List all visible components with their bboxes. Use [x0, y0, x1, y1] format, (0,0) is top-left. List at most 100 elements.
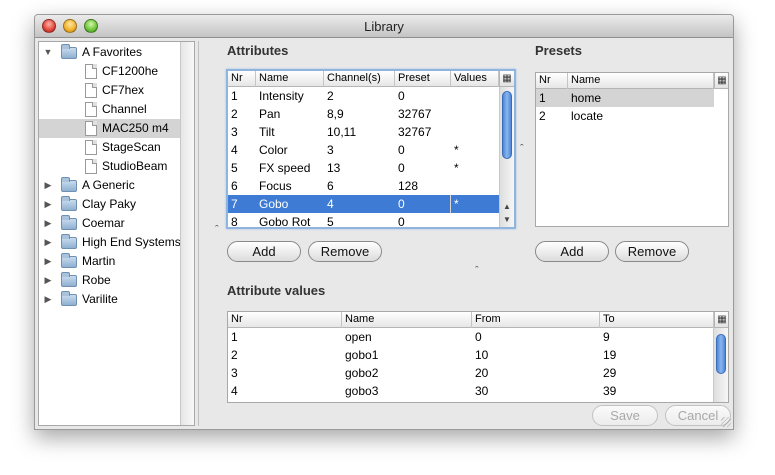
- table-cell[interactable]: 4: [324, 195, 395, 213]
- table-cell[interactable]: *: [451, 141, 499, 159]
- tree-scrollbar[interactable]: [180, 42, 194, 425]
- scroll-down-arrow-icon[interactable]: ▼: [500, 213, 514, 226]
- table-cell[interactable]: 2: [536, 107, 568, 125]
- tree-item[interactable]: CF1200he: [39, 62, 180, 81]
- tree-item[interactable]: CF7hex: [39, 81, 180, 100]
- table-cell[interactable]: 32767: [395, 123, 451, 141]
- collapse-caret-icon[interactable]: ˆ: [215, 224, 219, 236]
- table-cell[interactable]: 29: [600, 364, 714, 382]
- column-header-nr[interactable]: Nr: [228, 312, 342, 328]
- column-header-values[interactable]: Values: [451, 71, 499, 87]
- tree-item[interactable]: ▶ Martin: [39, 252, 180, 271]
- column-header-name[interactable]: Name: [568, 73, 714, 89]
- table-row[interactable]: 7 Gobo 4 0 *: [228, 195, 499, 213]
- table-cell[interactable]: 8: [228, 213, 256, 227]
- column-header-channels[interactable]: Channel(s): [324, 71, 395, 87]
- table-cell[interactable]: 30: [472, 382, 600, 400]
- table-cell[interactable]: 0: [395, 195, 451, 213]
- tree-item[interactable]: ▶ Clay Paky: [39, 195, 180, 214]
- table-row[interactable]: 1 home: [536, 89, 714, 107]
- scroll-up-arrow-icon[interactable]: ▲: [500, 200, 514, 213]
- column-header-nr[interactable]: Nr: [228, 71, 256, 87]
- table-cell[interactable]: 0: [395, 159, 451, 177]
- table-cell[interactable]: 0: [395, 141, 451, 159]
- table-cell[interactable]: 1: [228, 328, 342, 346]
- table-cell[interactable]: 3: [228, 123, 256, 141]
- table-cell[interactable]: 5: [324, 213, 395, 227]
- disclosure-collapsed-icon[interactable]: ▶: [43, 233, 53, 252]
- attributes-scrollbar[interactable]: ▲ ▼: [499, 87, 514, 227]
- table-cell[interactable]: Gobo: [256, 195, 324, 213]
- table-cell[interactable]: 8,9: [324, 105, 395, 123]
- table-row[interactable]: 4 gobo3 30 39: [228, 382, 714, 400]
- add-preset-button[interactable]: Add: [535, 241, 609, 262]
- column-header-to[interactable]: To: [600, 312, 714, 328]
- table-cell[interactable]: Tilt: [256, 123, 324, 141]
- table-cell[interactable]: FX speed: [256, 159, 324, 177]
- column-header-from[interactable]: From: [472, 312, 600, 328]
- table-cell[interactable]: 6: [228, 177, 256, 195]
- table-cell[interactable]: gobo2: [342, 364, 472, 382]
- column-header-nr[interactable]: Nr: [536, 73, 568, 89]
- table-cell[interactable]: 39: [600, 382, 714, 400]
- table-cell[interactable]: 19: [600, 346, 714, 364]
- save-button[interactable]: Save: [592, 405, 658, 426]
- disclosure-collapsed-icon[interactable]: ▶: [43, 290, 53, 309]
- table-cell[interactable]: locate: [568, 107, 714, 125]
- split-caret-icon[interactable]: ˆ: [520, 143, 524, 155]
- column-picker-icon[interactable]: ▦: [714, 73, 728, 89]
- table-cell[interactable]: *: [451, 195, 499, 213]
- tree-item[interactable]: ▼ A Favorites: [39, 43, 180, 62]
- attribute-values-scroll-thumb[interactable]: [716, 334, 726, 374]
- table-cell[interactable]: 6: [324, 177, 395, 195]
- table-cell[interactable]: 0: [395, 87, 451, 105]
- table-cell[interactable]: 2: [324, 87, 395, 105]
- window-resize-grip[interactable]: [721, 417, 731, 427]
- tree-item[interactable]: StageScan: [39, 138, 180, 157]
- table-row[interactable]: 1 Intensity 2 0: [228, 87, 499, 105]
- table-cell[interactable]: 3: [324, 141, 395, 159]
- tree-item[interactable]: ▶ High End Systems: [39, 233, 181, 252]
- table-cell[interactable]: open: [342, 328, 472, 346]
- disclosure-collapsed-icon[interactable]: ▶: [43, 252, 53, 271]
- table-cell[interactable]: 7: [228, 195, 256, 213]
- table-row[interactable]: 2 Pan 8,9 32767: [228, 105, 499, 123]
- remove-preset-button[interactable]: Remove: [615, 241, 689, 262]
- tree-item[interactable]: ▶ Varilite: [39, 290, 180, 309]
- table-row[interactable]: 5 FX speed 13 0 *: [228, 159, 499, 177]
- table-cell[interactable]: 1: [536, 89, 568, 107]
- table-row[interactable]: 3 Tilt 10,11 32767: [228, 123, 499, 141]
- vertical-split-caret-icon[interactable]: ˆ: [475, 265, 479, 277]
- table-cell[interactable]: 1: [228, 87, 256, 105]
- tree-item[interactable]: ▶ Robe: [39, 271, 180, 290]
- disclosure-collapsed-icon[interactable]: ▶: [43, 176, 53, 195]
- table-cell[interactable]: Intensity: [256, 87, 324, 105]
- disclosure-collapsed-icon[interactable]: ▶: [43, 214, 53, 233]
- table-row[interactable]: 2 gobo1 10 19: [228, 346, 714, 364]
- tree-item[interactable]: MAC250 m4: [39, 119, 180, 138]
- table-cell[interactable]: home: [568, 89, 714, 107]
- table-cell[interactable]: 4: [228, 382, 342, 400]
- table-cell[interactable]: Focus: [256, 177, 324, 195]
- table-cell[interactable]: 13: [324, 159, 395, 177]
- table-cell[interactable]: 0: [395, 213, 451, 227]
- tree-item[interactable]: ▶ A Generic: [39, 176, 180, 195]
- add-attribute-button[interactable]: Add: [227, 241, 301, 262]
- table-cell[interactable]: 3: [228, 364, 342, 382]
- tree-item[interactable]: Channel: [39, 100, 180, 119]
- attributes-scroll-thumb[interactable]: [502, 91, 512, 159]
- disclosure-expanded-icon[interactable]: ▼: [43, 43, 53, 62]
- table-row[interactable]: 6 Focus 6 128: [228, 177, 499, 195]
- table-row[interactable]: 1 open 0 9: [228, 328, 714, 346]
- attribute-values-table[interactable]: Nr Name From To ▦ 1 open 0 9 2 gobo1 10 19 3 gobo…: [227, 311, 729, 403]
- title-bar[interactable]: Library: [35, 15, 733, 38]
- table-cell[interactable]: Color: [256, 141, 324, 159]
- table-cell[interactable]: 9: [600, 328, 714, 346]
- column-picker-icon[interactable]: ▦: [499, 71, 514, 87]
- table-cell[interactable]: 2: [228, 105, 256, 123]
- table-cell[interactable]: gobo1: [342, 346, 472, 364]
- split-pane-divider[interactable]: [198, 41, 206, 426]
- table-cell[interactable]: 32767: [395, 105, 451, 123]
- table-cell[interactable]: 4: [228, 141, 256, 159]
- table-row[interactable]: 2 locate: [536, 107, 714, 125]
